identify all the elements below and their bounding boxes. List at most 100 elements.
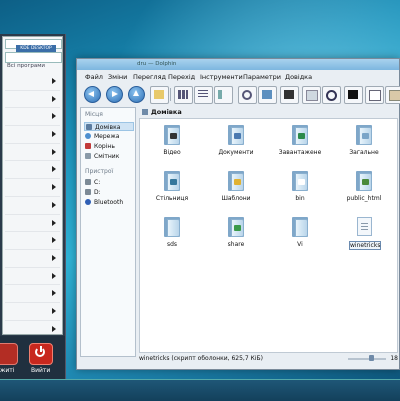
menu-tools[interactable]: Інструменти [200, 73, 243, 81]
sidebar-item-bluetooth[interactable]: Bluetooth [84, 198, 134, 207]
menu-help[interactable]: Довідка [285, 73, 312, 81]
start-menu-top-bar: KDE DESKTOP [5, 39, 62, 52]
start-menu-item[interactable] [5, 126, 60, 144]
start-menu-item[interactable] [5, 161, 60, 180]
chevron-right-icon [52, 290, 56, 297]
menu-file[interactable]: Файл [85, 73, 103, 81]
folder-item[interactable]: Завантажене [272, 123, 328, 169]
chevron-right-icon [52, 254, 56, 261]
chevron-right-icon [52, 95, 56, 102]
folder-icon [292, 125, 310, 145]
folder-item[interactable]: Загальне [336, 123, 392, 169]
start-menu-item[interactable] [5, 268, 60, 286]
preview-icon[interactable] [258, 86, 277, 104]
file-name: winetricks [349, 241, 381, 250]
home-icon [86, 124, 92, 130]
terminal-icon[interactable] [344, 86, 363, 104]
search-icon[interactable] [238, 86, 257, 104]
file-name: sds [166, 241, 178, 248]
split-view-icon[interactable] [214, 86, 233, 104]
paste-icon[interactable] [385, 86, 400, 104]
start-menu-item[interactable] [5, 285, 60, 303]
zoom-slider-handle[interactable] [369, 355, 374, 361]
chevron-right-icon [52, 78, 56, 84]
folder-item[interactable]: public_html [336, 169, 392, 215]
start-menu-item[interactable] [5, 250, 60, 268]
start-menu: KDE DESKTOP Всі програми житі Вийти [0, 34, 66, 379]
logout-button[interactable] [29, 343, 53, 365]
start-menu-item[interactable] [5, 179, 60, 197]
menu-edit[interactable]: Зміни [108, 73, 127, 81]
title-bar[interactable]: dru — Dolphin [77, 59, 399, 70]
file-name: Відео [163, 149, 181, 156]
new-folder-icon[interactable] [150, 86, 169, 104]
menu-go[interactable]: Перехід [168, 73, 195, 81]
start-menu-item[interactable] [5, 108, 60, 127]
folder-item[interactable]: share [208, 215, 264, 261]
sidebar-item-home[interactable]: Домівка [84, 122, 134, 131]
back-icon[interactable] [84, 86, 101, 103]
folder-icon [164, 217, 182, 237]
start-menu-item[interactable] [5, 73, 60, 91]
folder-icon [356, 171, 374, 191]
file-item[interactable]: winetricks [336, 215, 392, 261]
trash-icon [85, 153, 91, 159]
status-text: winetricks (скрипт оболонки, 625,7 КіБ) [139, 355, 263, 362]
sidebar-item-drive-c[interactable]: C: [84, 178, 134, 187]
chevron-right-icon [52, 307, 56, 314]
folder-item[interactable]: Документи [208, 123, 264, 169]
toolbar [77, 83, 400, 105]
start-menu-item[interactable] [5, 232, 60, 250]
root-folder-icon [85, 143, 91, 149]
all-programs-label[interactable]: Всі програми [7, 63, 45, 69]
folder-item[interactable]: Шаблони [208, 169, 264, 215]
properties-icon[interactable] [302, 86, 321, 104]
zoom-value: 18 [390, 355, 398, 362]
file-name: Vi [297, 241, 303, 248]
file-name: Загальне [349, 149, 379, 156]
status-bar: winetricks (скрипт оболонки, 625,7 КіБ) … [139, 353, 398, 365]
start-menu-item[interactable] [5, 303, 60, 321]
icons-view-icon[interactable] [174, 86, 193, 104]
up-icon[interactable] [128, 86, 145, 103]
menu-settings[interactable]: Параметри [243, 73, 281, 81]
sidebar-item-trash[interactable]: Смітник [84, 152, 134, 161]
folder-item[interactable]: Стільниця [144, 169, 200, 215]
breadcrumb[interactable]: Домівка [139, 107, 400, 117]
folder-item[interactable]: bin [272, 169, 328, 215]
start-menu-item[interactable] [5, 215, 60, 233]
lock-button[interactable] [0, 343, 18, 365]
zoom-slider[interactable] [348, 358, 386, 360]
folder-item[interactable]: Vi [272, 215, 328, 261]
chevron-right-icon [52, 201, 56, 208]
menu-bar: Файл Зміни Перегляд Перехід Інструменти … [77, 72, 399, 82]
devices-header: Пристрої [85, 168, 114, 175]
breadcrumb-home[interactable]: Домівка [151, 108, 182, 116]
network-icon [85, 133, 91, 139]
file-name: Стільниця [155, 195, 189, 202]
folder-item[interactable]: Відео [144, 123, 200, 169]
sidebar-item-network[interactable]: Мережа [84, 132, 134, 141]
taskbar [0, 379, 400, 401]
sidebar-item-root[interactable]: Корінь [84, 142, 134, 151]
file-name: public_html [346, 195, 382, 202]
chevron-right-icon [52, 166, 56, 173]
chevron-right-icon [52, 237, 56, 244]
sidebar-item-drive-d[interactable]: D: [84, 188, 134, 197]
folder-icon [164, 171, 182, 191]
start-menu-item[interactable] [5, 91, 60, 109]
file-view: ВідеоДокументиЗавантаженеЗагальнеМузикаС… [139, 118, 398, 353]
details-view-icon[interactable] [194, 86, 213, 104]
window-title: dru — Dolphin [137, 61, 177, 67]
new-tab-icon[interactable] [280, 86, 299, 104]
copy-icon[interactable] [365, 86, 384, 104]
folder-item[interactable]: sds [144, 215, 200, 261]
start-menu-item[interactable] [5, 197, 60, 215]
folder-icon [164, 125, 182, 145]
start-menu-search-input[interactable] [5, 52, 62, 63]
menu-view[interactable]: Перегляд [133, 73, 166, 81]
forward-icon[interactable] [106, 86, 123, 103]
places-panel: Місця Домівка Мережа Корінь Смітник Прис… [80, 107, 136, 357]
find-icon[interactable] [322, 86, 341, 104]
start-menu-item[interactable] [5, 144, 60, 162]
